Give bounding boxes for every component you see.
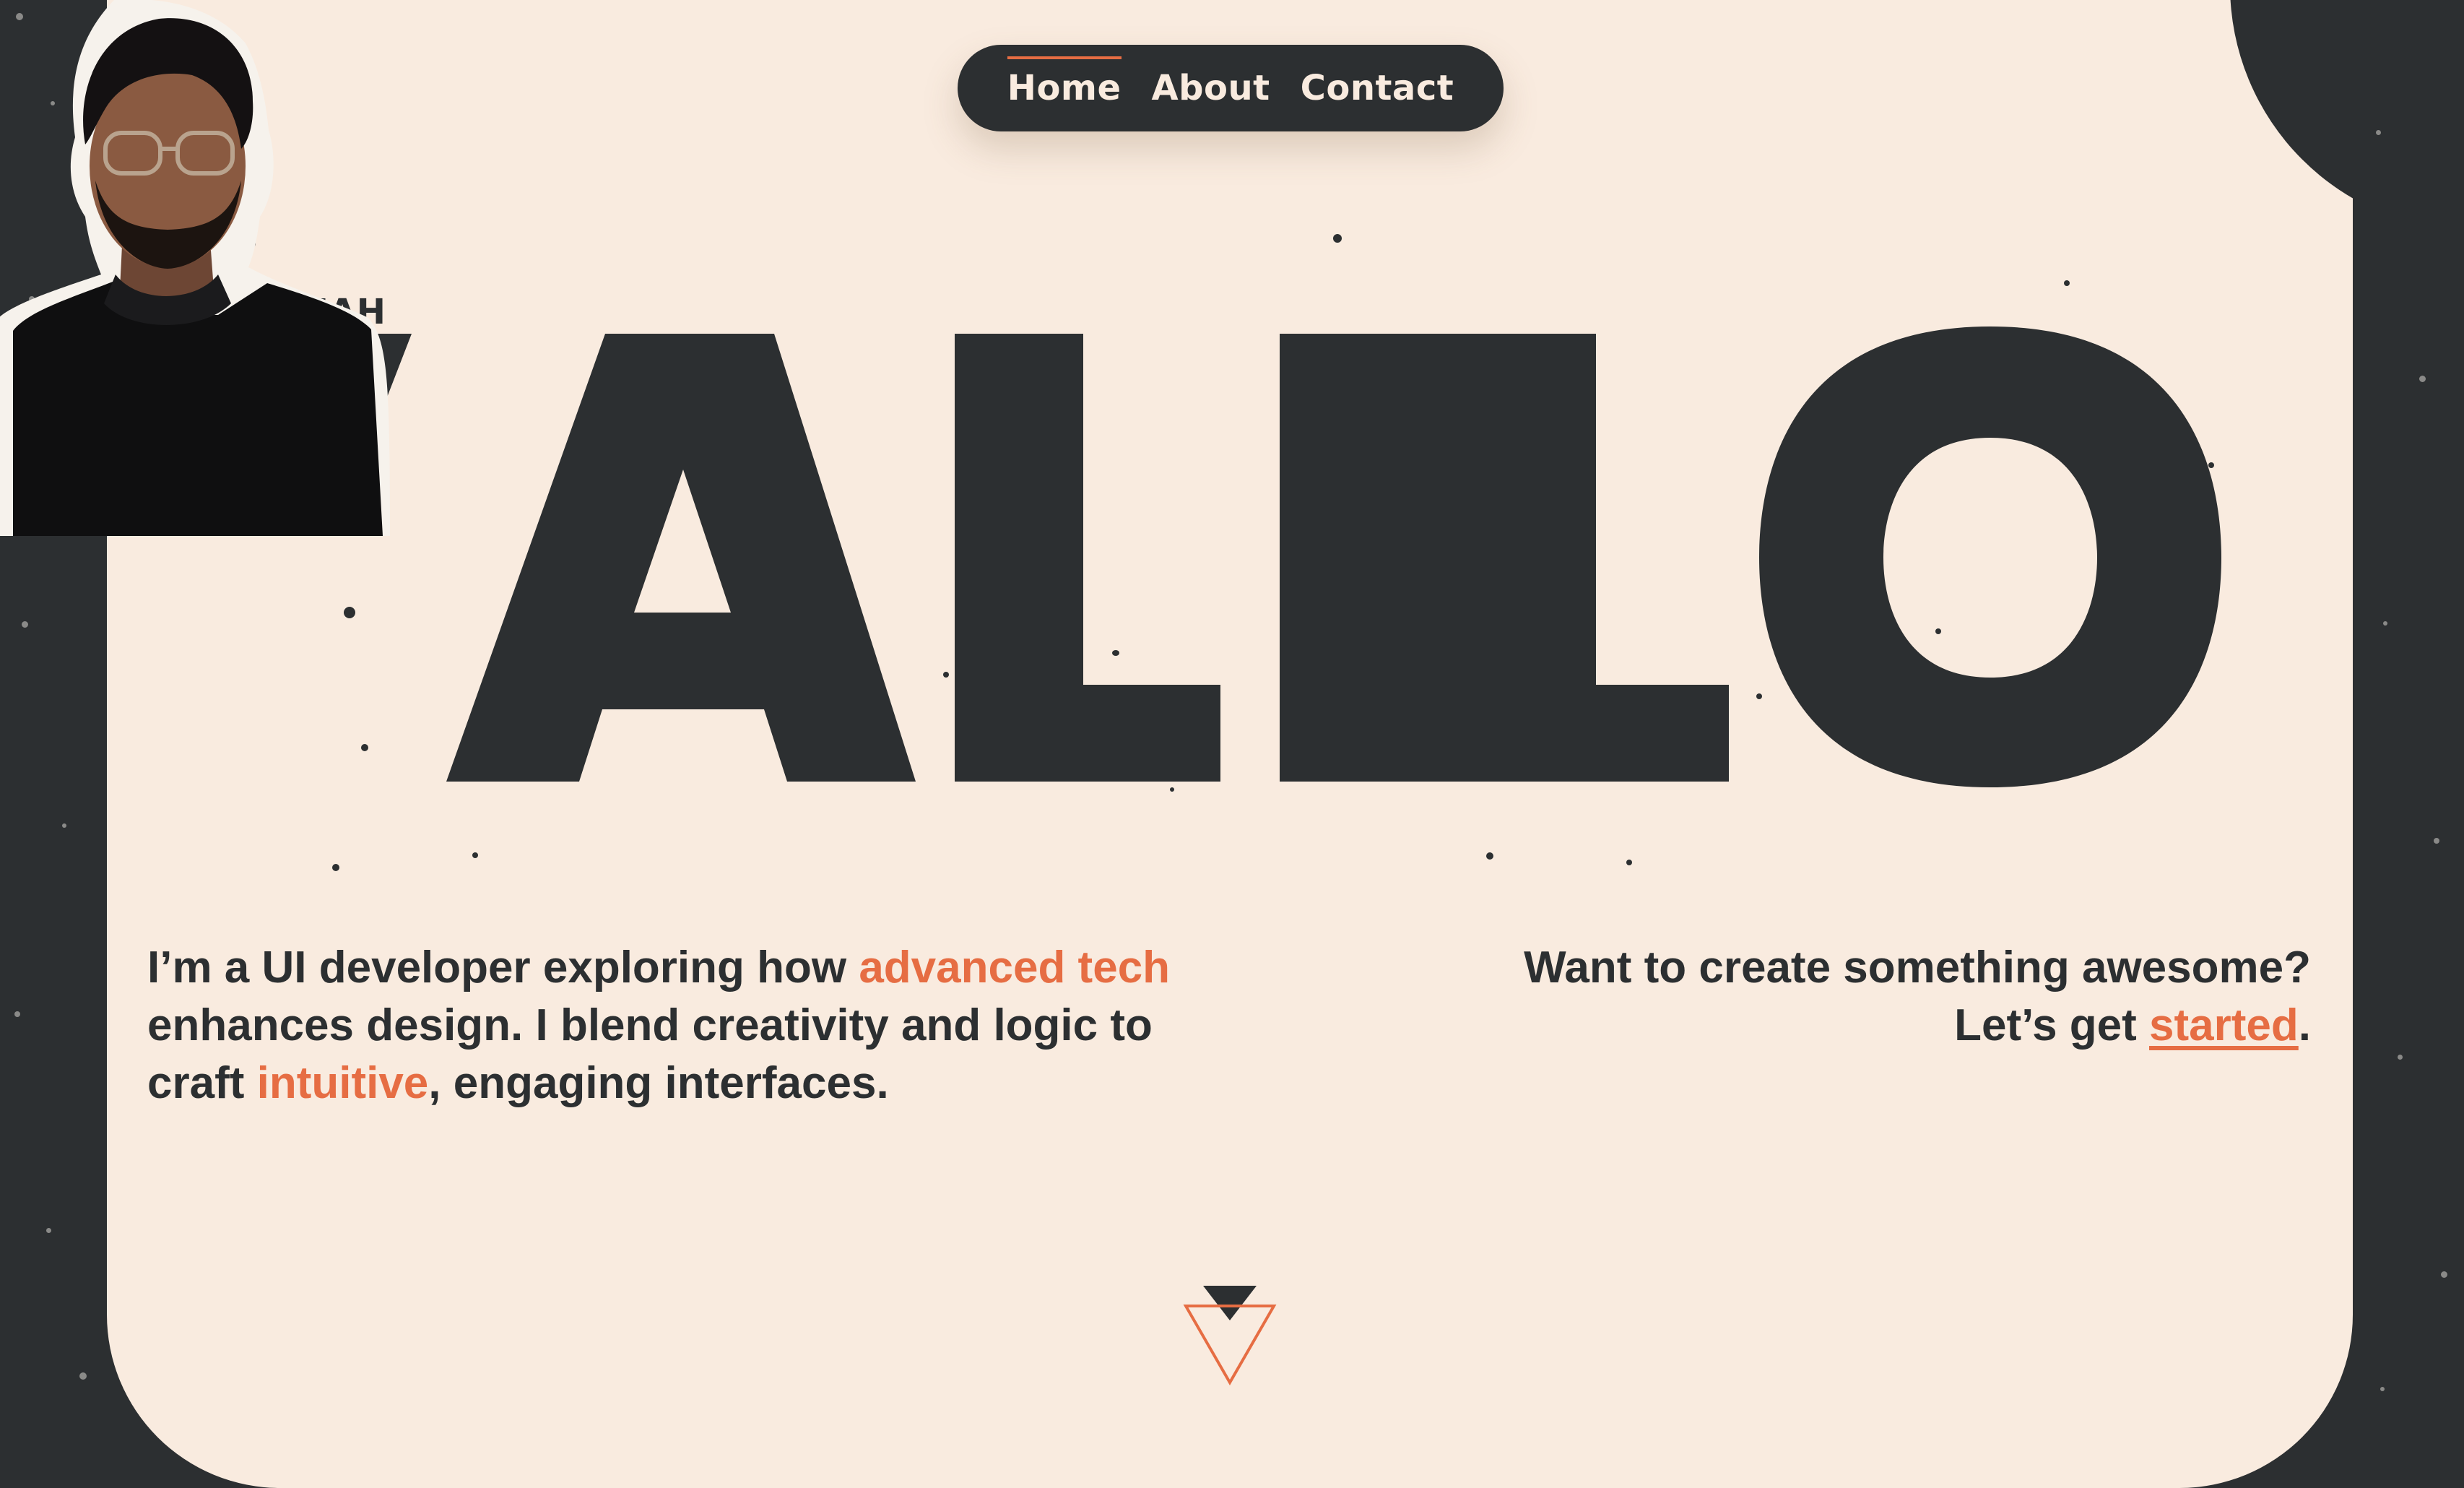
speck [62,823,66,828]
hero-card [107,0,2353,1488]
speck [2398,1055,2403,1060]
corner-decoration [2230,0,2353,231]
cta-line-1: Want to create something awesome? [1524,943,2311,992]
speck [22,621,28,628]
speck [29,296,35,302]
speck [2434,838,2439,844]
speck [72,448,76,451]
speck [16,13,23,20]
speck [14,1011,20,1017]
top-navigation: Home About Contact [958,45,1504,131]
intro-highlight-intuitive: intuitive [256,1058,429,1108]
nav-about[interactable]: About [1152,68,1270,108]
nav-home[interactable]: Home [1007,56,1122,108]
speck [51,101,55,105]
speck [2419,376,2426,382]
intro-text: I’m a UI developer exploring how [147,943,859,992]
cta-suffix: . [2298,1000,2311,1050]
call-to-action: Want to create something awesome? Let’s … [1372,939,2311,1055]
speck [2376,130,2381,135]
cta-prefix: Let’s get [1954,1000,2150,1050]
intro-text: , engaging interfaces. [428,1058,889,1108]
speck [46,1228,51,1233]
intro-highlight-tech: advanced tech [859,943,1171,992]
speck [2383,621,2387,626]
speck [2380,1387,2385,1391]
speck [2441,1271,2447,1278]
cta-line-2: Let’s get started. [1372,997,2311,1055]
intro-paragraph: I’m a UI developer exploring how advance… [147,939,1231,1112]
speck [79,1372,87,1380]
scroll-down-triangle-icon[interactable] [1181,1281,1278,1387]
get-started-link[interactable]: started [2149,1000,2299,1050]
nav-contact[interactable]: Contact [1301,68,1454,108]
